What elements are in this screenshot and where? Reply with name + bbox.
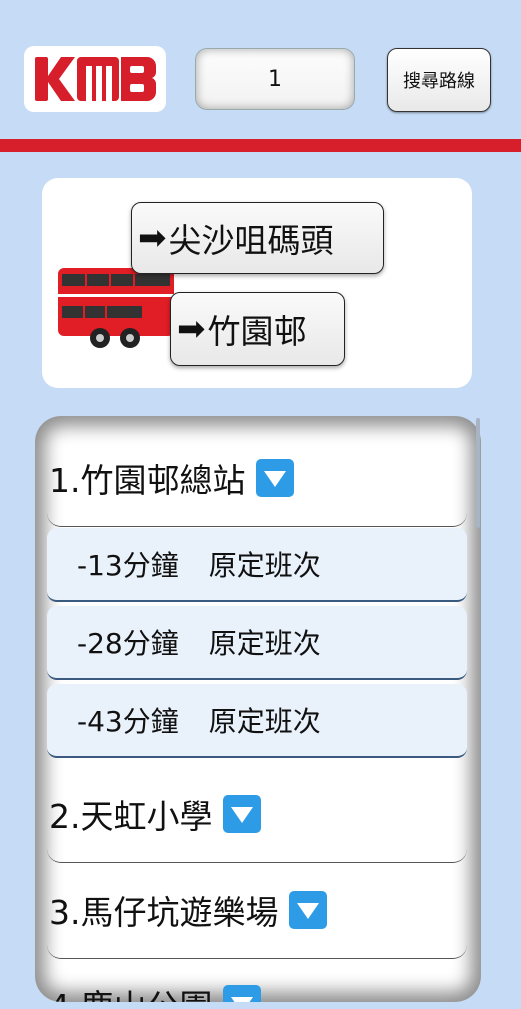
- kmb-logo: [24, 46, 166, 112]
- arrow-right-icon: ➡: [177, 309, 206, 349]
- expand-toggle-icon[interactable]: [222, 795, 261, 833]
- eta-time: -13分鐘: [77, 549, 179, 582]
- brand-divider: [0, 139, 521, 152]
- eta-note: 原定班次: [208, 549, 321, 582]
- eta-note: 原定班次: [208, 705, 321, 738]
- direction-button-tsim-sha-tsui[interactable]: ➡ 尖沙咀碼頭: [131, 202, 384, 274]
- expand-toggle-icon[interactable]: [222, 985, 261, 1002]
- search-route-button[interactable]: 搜尋路線: [387, 48, 491, 112]
- expand-toggle-icon[interactable]: [288, 891, 327, 929]
- stop-item[interactable]: 1.竹園邨總站: [47, 430, 467, 527]
- header: 搜尋路線: [0, 0, 521, 140]
- direction-card: ➡ 尖沙咀碼頭 ➡ 竹園邨: [42, 178, 472, 388]
- eta-row: -43分鐘 原定班次: [47, 684, 467, 758]
- stop-item[interactable]: 4.鹿山公園: [47, 956, 467, 1002]
- expand-toggle-icon[interactable]: [255, 459, 294, 497]
- direction-label: 尖沙咀碼頭: [168, 221, 334, 260]
- arrow-right-icon: ➡: [138, 218, 167, 258]
- direction-label: 竹園邨: [207, 312, 307, 351]
- bus-icon: [58, 268, 174, 348]
- direction-button-chuk-yuen[interactable]: ➡ 竹園邨: [170, 292, 345, 366]
- eta-note: 原定班次: [208, 627, 321, 660]
- stop-list[interactable]: 1.竹園邨總站 -13分鐘 原定班次 -28分鐘 原定班次 -43分鐘 原定班次…: [35, 416, 481, 1002]
- route-input[interactable]: [195, 48, 355, 110]
- kmb-logo-icon: [35, 57, 157, 101]
- stop-label: 1.竹園邨總站: [49, 461, 246, 500]
- scrollbar-thumb[interactable]: [476, 418, 480, 528]
- stop-item[interactable]: 2.天虹小學: [47, 766, 467, 863]
- eta-row: -13分鐘 原定班次: [47, 528, 467, 602]
- eta-row: -28分鐘 原定班次: [47, 606, 467, 680]
- stop-label: 3.馬仔坑遊樂場: [49, 893, 279, 932]
- eta-time: -43分鐘: [77, 705, 179, 738]
- eta-time: -28分鐘: [77, 627, 179, 660]
- stop-label: 2.天虹小學: [49, 797, 213, 836]
- stop-label: 4.鹿山公園: [49, 980, 213, 1002]
- stop-item[interactable]: 3.馬仔坑遊樂場: [47, 862, 467, 959]
